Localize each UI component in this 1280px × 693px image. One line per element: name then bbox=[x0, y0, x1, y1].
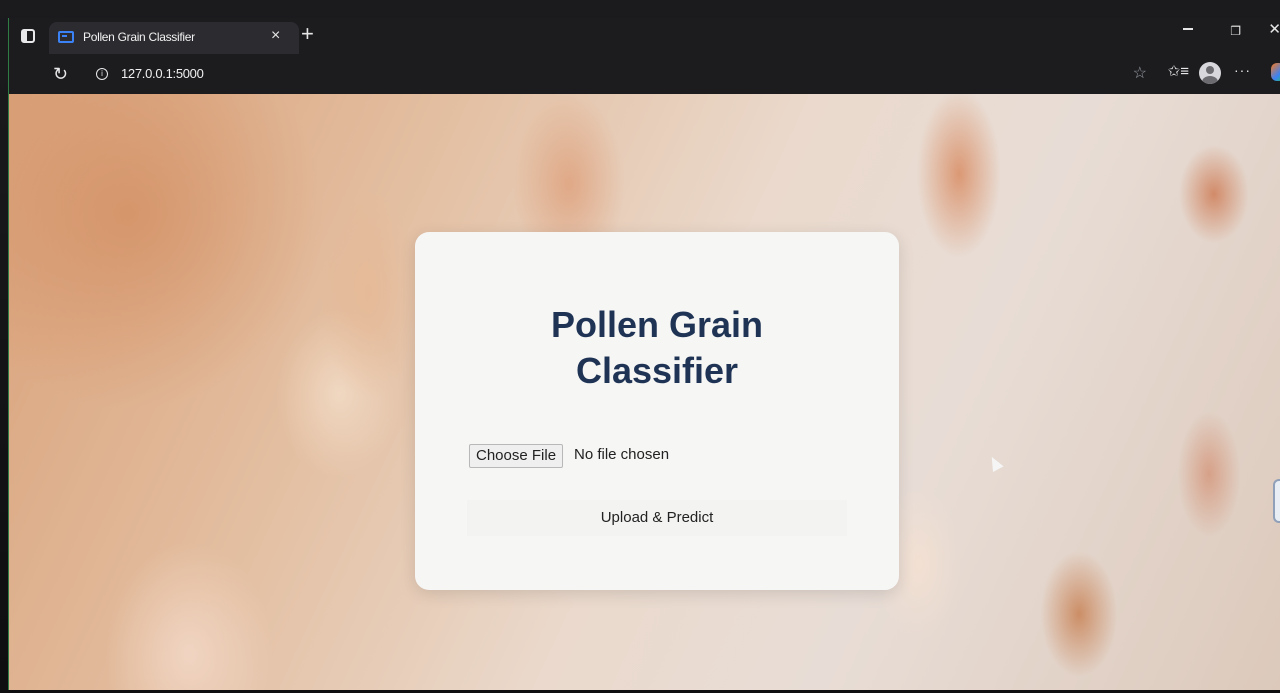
tab-strip: Pollen Grain Classifier × + ❐ ✕ bbox=[9, 18, 1280, 54]
address-url[interactable]: 127.0.0.1:5000 bbox=[121, 66, 204, 81]
file-status-text: No file chosen bbox=[574, 446, 670, 463]
upload-predict-button[interactable]: Upload & Predict bbox=[467, 500, 847, 536]
star-icon[interactable]: ☆ bbox=[1133, 63, 1147, 83]
upload-card: Pollen Grain Classifier Choose File No f… bbox=[415, 232, 899, 590]
sidebar-toggle-icon[interactable] bbox=[21, 29, 35, 43]
reload-icon[interactable]: ↻ bbox=[53, 64, 73, 84]
window-close-icon[interactable]: ✕ bbox=[1268, 20, 1280, 38]
browser-window: Pollen Grain Classifier × + ❐ ✕ ↻ i 127.… bbox=[8, 18, 1280, 690]
more-icon[interactable]: ··· bbox=[1234, 62, 1251, 78]
page-favicon-icon bbox=[58, 31, 74, 43]
restore-icon[interactable]: ❐ bbox=[1230, 24, 1241, 38]
address-bar-row: ↻ i 127.0.0.1:5000 ☆ ✩≡ ··· bbox=[9, 54, 1280, 94]
minimize-icon[interactable] bbox=[1183, 28, 1193, 30]
page-background: Pollen Grain Classifier Choose File No f… bbox=[9, 94, 1280, 690]
profile-icon[interactable] bbox=[1199, 62, 1221, 84]
site-info-icon[interactable]: i bbox=[96, 68, 108, 80]
page-title: Pollen Grain Classifier bbox=[415, 302, 899, 394]
copilot-icon[interactable] bbox=[1271, 63, 1280, 81]
tab-title: Pollen Grain Classifier bbox=[83, 30, 195, 44]
tab-pollen-classifier[interactable]: Pollen Grain Classifier × bbox=[49, 22, 299, 54]
new-tab-button[interactable]: + bbox=[301, 22, 314, 46]
favorites-icon[interactable]: ✩≡ bbox=[1168, 62, 1189, 80]
choose-file-button[interactable]: Choose File bbox=[469, 444, 564, 468]
edge-sidebar-handle[interactable] bbox=[1273, 479, 1280, 523]
title-line-2: Classifier bbox=[575, 350, 739, 391]
close-tab-icon[interactable]: × bbox=[271, 27, 280, 45]
title-line-1: Pollen Grain bbox=[550, 304, 764, 345]
mouse-cursor-icon bbox=[986, 454, 1004, 472]
